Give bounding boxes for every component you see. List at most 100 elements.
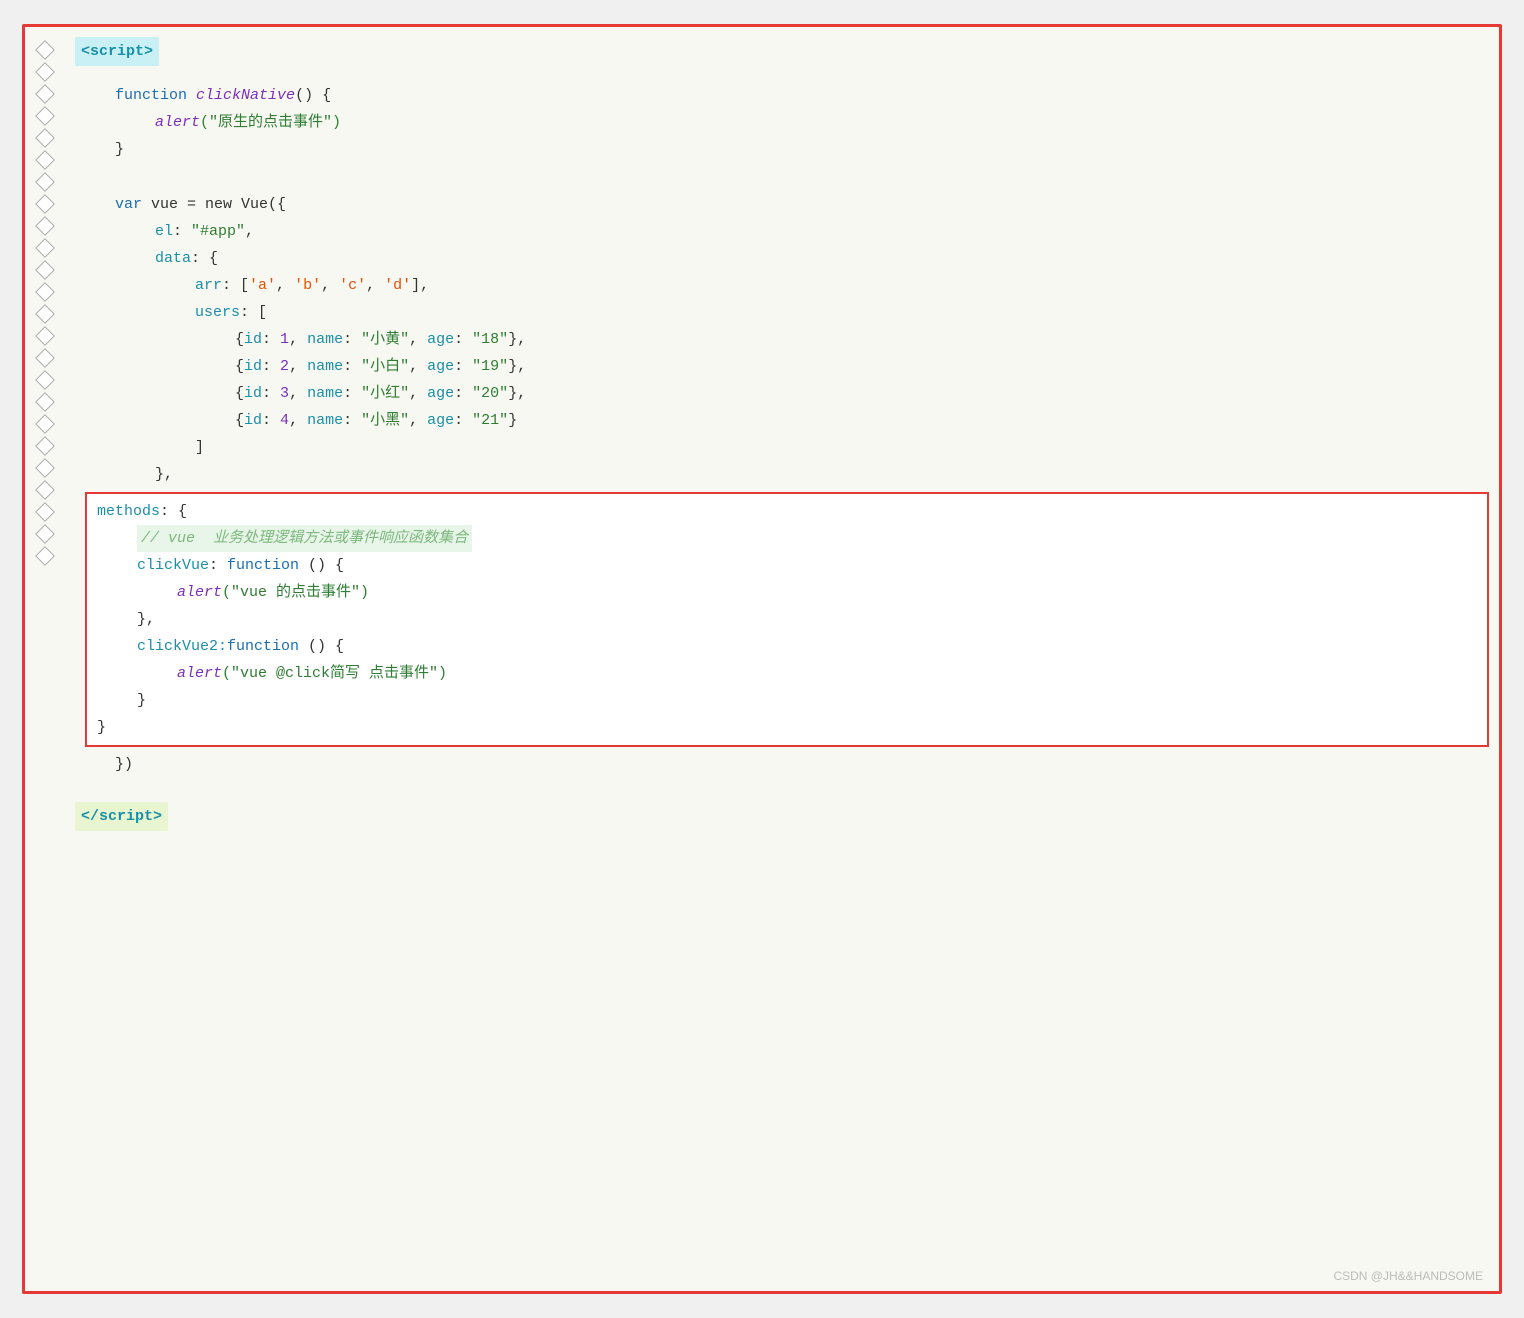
fn-alert: alert bbox=[155, 109, 200, 136]
str-user2-age: "19" bbox=[472, 353, 508, 380]
str-user1-name: "小黄" bbox=[361, 326, 409, 353]
key-age4: age bbox=[427, 407, 454, 434]
gutter-arrow bbox=[35, 282, 55, 302]
str-b: 'b' bbox=[294, 272, 321, 299]
str-vue-click: ("vue 的点击事件") bbox=[222, 579, 369, 606]
code-line-var: var vue = new Vue({ bbox=[75, 191, 1489, 218]
gutter-arrow bbox=[35, 414, 55, 434]
gutter-arrow bbox=[35, 502, 55, 522]
code-line-clickvue: clickVue : function () { bbox=[87, 552, 1487, 579]
code-line-users: users : [ bbox=[75, 299, 1489, 326]
gutter-arrow bbox=[35, 326, 55, 346]
code-content: <script> function clickNative () { alert… bbox=[65, 37, 1499, 1281]
str-user2-name: "小白" bbox=[361, 353, 409, 380]
str-d: 'd' bbox=[384, 272, 411, 299]
key-arr: arr bbox=[195, 272, 222, 299]
code-line-data: data : { bbox=[75, 245, 1489, 272]
code-line-methods-close: } bbox=[87, 714, 1487, 741]
gutter bbox=[25, 37, 65, 1281]
code-line-alert-vue: alert ("vue 的点击事件") bbox=[87, 579, 1487, 606]
str-a: 'a' bbox=[249, 272, 276, 299]
code-line-user2: { id : 2 , name : "小白" , age : "19" }, bbox=[75, 353, 1489, 380]
gutter-arrow bbox=[35, 524, 55, 544]
gutter-arrow bbox=[35, 370, 55, 390]
gutter-arrow bbox=[35, 458, 55, 478]
num-3: 3 bbox=[280, 380, 289, 407]
gutter-arrow bbox=[35, 84, 55, 104]
script-close-label: </script> bbox=[75, 802, 168, 831]
code-line-comment: // vue 业务处理逻辑方法或事件响应函数集合 bbox=[87, 525, 1487, 552]
fn-alert3: alert bbox=[177, 660, 222, 687]
key-name3: name bbox=[307, 380, 343, 407]
script-open-label: <script> bbox=[75, 37, 159, 66]
str-native-click: ("原生的点击事件") bbox=[200, 109, 341, 136]
code-line-arr-close: ] bbox=[75, 434, 1489, 461]
keyword-function3: function bbox=[227, 633, 299, 660]
blank-line-1 bbox=[75, 163, 1489, 191]
watermark: CSDN @JH&&HANDSOME bbox=[1333, 1269, 1483, 1283]
str-app: "#app" bbox=[191, 218, 245, 245]
fn-alert2: alert bbox=[177, 579, 222, 606]
code-line-function: function clickNative () { bbox=[75, 82, 1489, 109]
key-id1: id bbox=[244, 326, 262, 353]
keyword-function: function bbox=[115, 82, 187, 109]
gutter-arrow bbox=[35, 194, 55, 214]
key-id3: id bbox=[244, 380, 262, 407]
key-id2: id bbox=[244, 353, 262, 380]
str-user4-name: "小黑" bbox=[361, 407, 409, 434]
key-clickvue: clickVue bbox=[137, 552, 209, 579]
num-1: 1 bbox=[280, 326, 289, 353]
gutter-arrow bbox=[35, 480, 55, 500]
keyword-var: var bbox=[115, 191, 142, 218]
str-user3-name: "小红" bbox=[361, 380, 409, 407]
gutter-arrow bbox=[35, 304, 55, 324]
code-line-user1: { id : 1 , name : "小黄" , age : "18" }, bbox=[75, 326, 1489, 353]
code-line-close1: } bbox=[75, 136, 1489, 163]
str-user4-age: "21" bbox=[472, 407, 508, 434]
blank-line-2 bbox=[75, 778, 1489, 794]
fn-clicknative: clickNative bbox=[196, 82, 295, 109]
gutter-arrow bbox=[35, 260, 55, 280]
code-line-alert1: alert ("原生的点击事件") bbox=[75, 109, 1489, 136]
num-4: 4 bbox=[280, 407, 289, 434]
gutter-arrow bbox=[35, 546, 55, 566]
key-name4: name bbox=[307, 407, 343, 434]
methods-highlight-box: methods : { // vue 业务处理逻辑方法或事件响应函数集合 cli… bbox=[85, 492, 1489, 747]
key-age1: age bbox=[427, 326, 454, 353]
key-methods: methods bbox=[97, 498, 160, 525]
script-open-tag: <script> bbox=[75, 37, 1489, 66]
key-users: users bbox=[195, 299, 240, 326]
code-line-clickvue2: clickVue2: function () { bbox=[87, 633, 1487, 660]
code-line-data-close: }, bbox=[75, 461, 1489, 488]
str-c: 'c' bbox=[339, 272, 366, 299]
gutter-arrow bbox=[35, 348, 55, 368]
key-age2: age bbox=[427, 353, 454, 380]
key-name1: name bbox=[307, 326, 343, 353]
gutter-arrow bbox=[35, 150, 55, 170]
key-el: el bbox=[155, 218, 173, 245]
keyword-function2: function bbox=[227, 552, 299, 579]
code-editor: <script> function clickNative () { alert… bbox=[22, 24, 1502, 1294]
gutter-arrow bbox=[35, 436, 55, 456]
code-line-user3: { id : 3 , name : "小红" , age : "20" }, bbox=[75, 380, 1489, 407]
gutter-arrow bbox=[35, 128, 55, 148]
code-line-alert-vue2: alert ("vue @click简写 点击事件") bbox=[87, 660, 1487, 687]
gutter-arrow bbox=[35, 216, 55, 236]
code-line-clickvue-close: }, bbox=[87, 606, 1487, 633]
key-age3: age bbox=[427, 380, 454, 407]
gutter-arrow bbox=[35, 392, 55, 412]
gutter-arrow bbox=[35, 40, 55, 60]
gutter-arrow bbox=[35, 238, 55, 258]
code-line-methods: methods : { bbox=[87, 498, 1487, 525]
str-user3-age: "20" bbox=[472, 380, 508, 407]
str-user1-age: "18" bbox=[472, 326, 508, 353]
key-data: data bbox=[155, 245, 191, 272]
code-line-user4: { id : 4 , name : "小黑" , age : "21" } bbox=[75, 407, 1489, 434]
key-clickvue2: clickVue2: bbox=[137, 633, 227, 660]
code-line-arr: arr : [ 'a' , 'b' , 'c' , 'd' ], bbox=[75, 272, 1489, 299]
code-line-vue-close: }) bbox=[75, 751, 1489, 778]
code-line-el: el : "#app" , bbox=[75, 218, 1489, 245]
script-close-tag: </script> bbox=[75, 802, 1489, 831]
key-name2: name bbox=[307, 353, 343, 380]
key-id4: id bbox=[244, 407, 262, 434]
